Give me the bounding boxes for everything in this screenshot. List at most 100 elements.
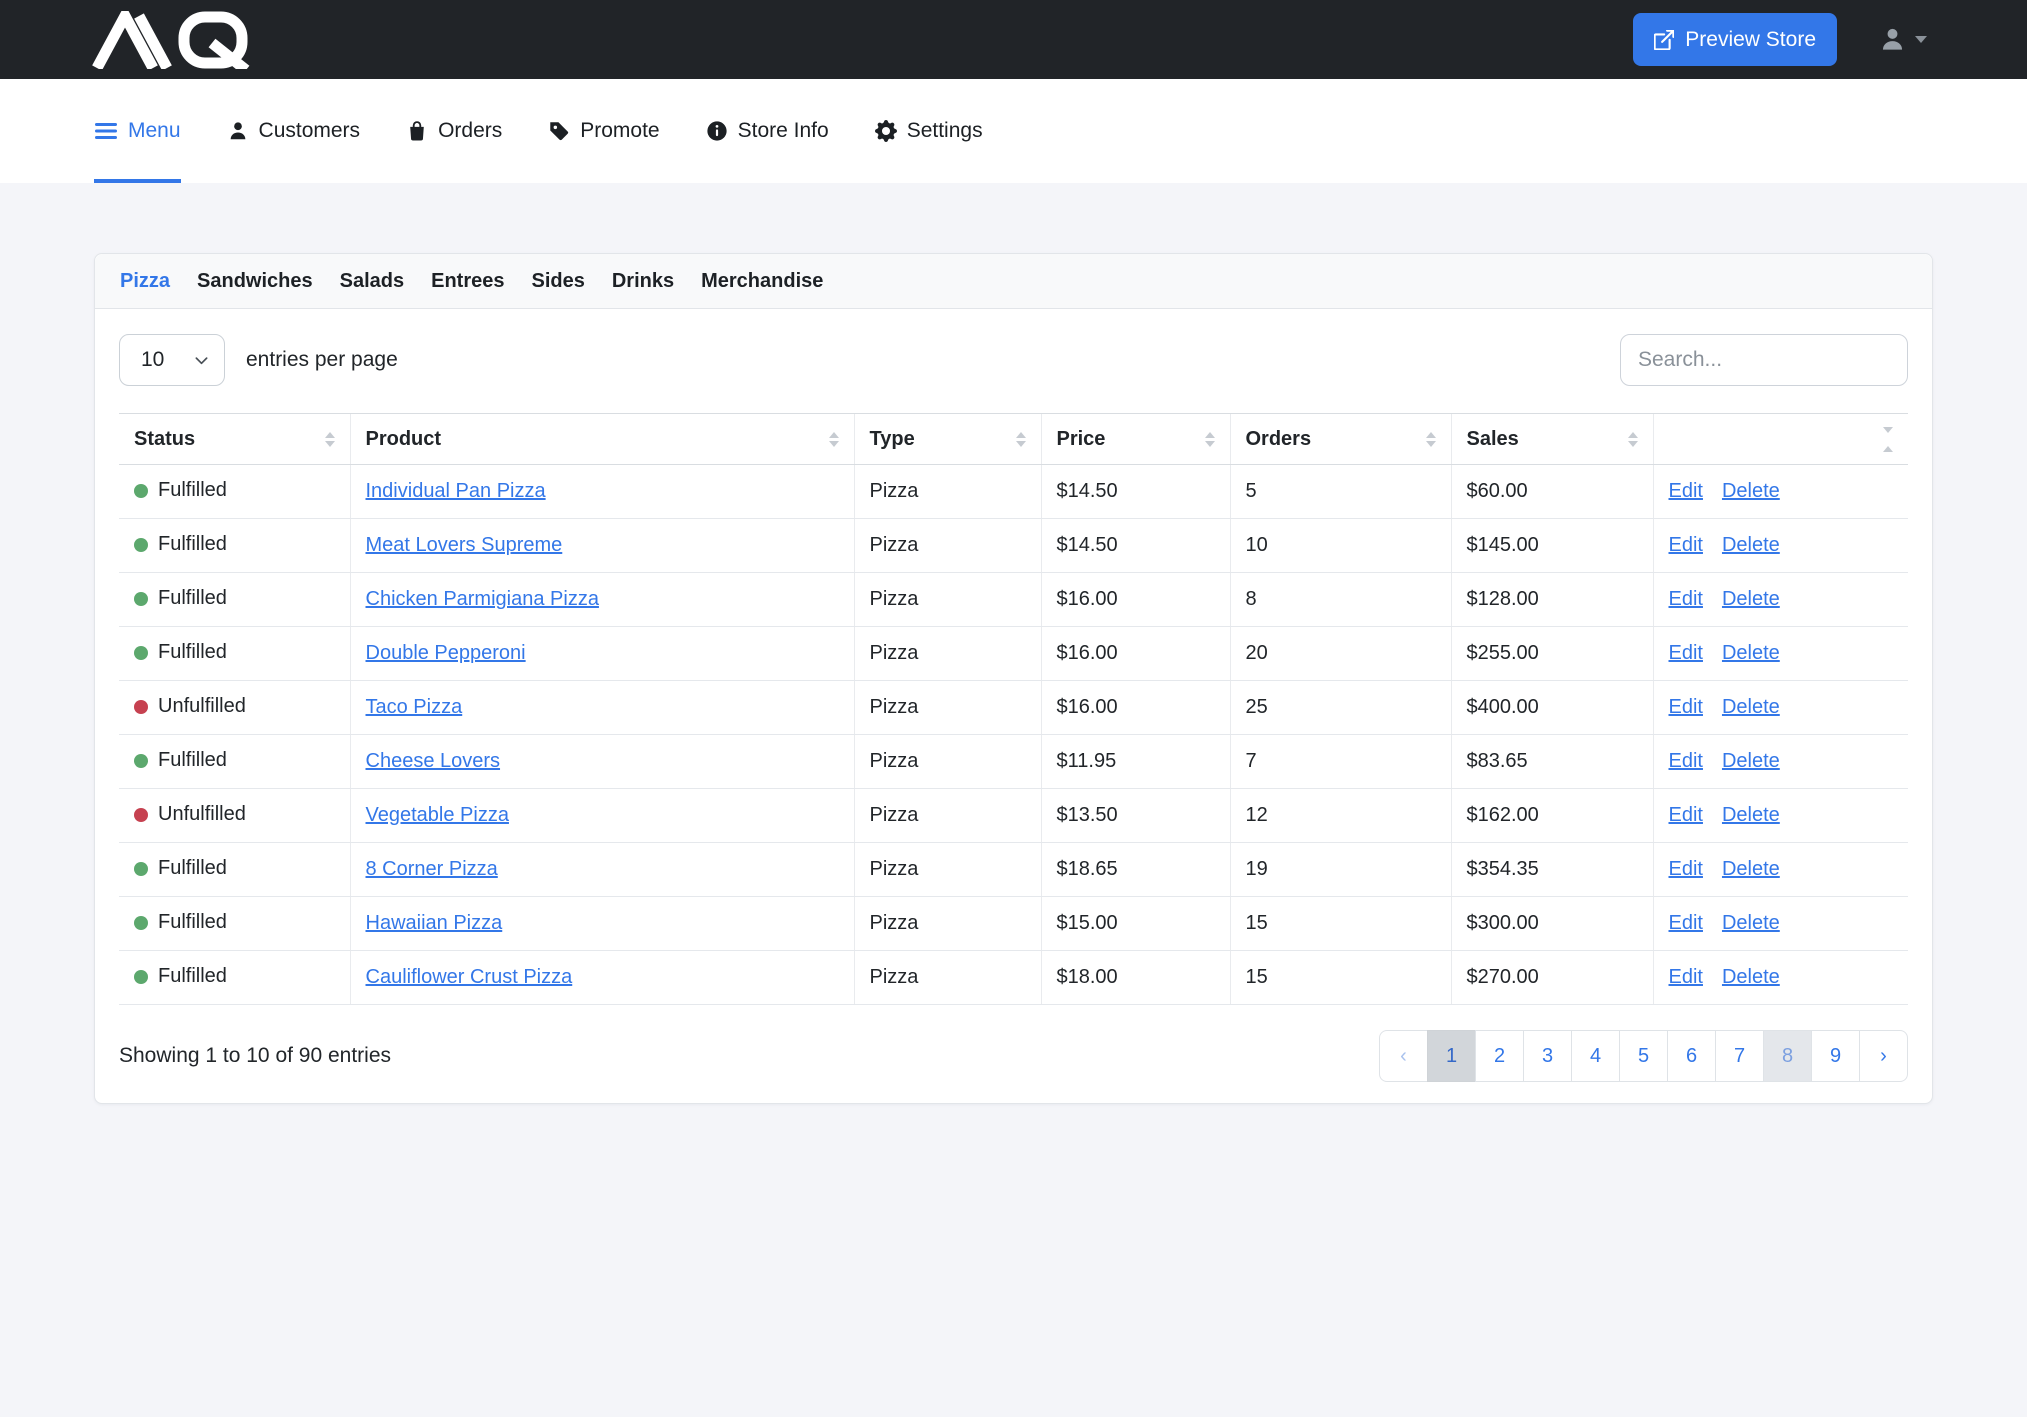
pagination-page-6[interactable]: 6 <box>1667 1030 1716 1082</box>
pagination-prev[interactable]: ‹ <box>1379 1030 1428 1082</box>
column-header-type[interactable]: Type <box>854 414 1041 465</box>
product-link[interactable]: Chicken Parmigiana Pizza <box>366 588 599 610</box>
delete-link[interactable]: Delete <box>1722 534 1780 556</box>
pagination-next[interactable]: › <box>1859 1030 1908 1082</box>
nav-item-orders[interactable]: Orders <box>406 79 502 183</box>
type-cell: Pizza <box>854 843 1041 897</box>
status-dot <box>134 916 148 930</box>
pagination-page-2[interactable]: 2 <box>1475 1030 1524 1082</box>
delete-link[interactable]: Delete <box>1722 696 1780 718</box>
user-menu[interactable] <box>1879 26 1927 53</box>
pagination-page-5[interactable]: 5 <box>1619 1030 1668 1082</box>
type-cell: Pizza <box>854 789 1041 843</box>
pagination-page-8[interactable]: 8 <box>1763 1030 1812 1082</box>
price-cell: $18.00 <box>1041 951 1230 1005</box>
tab-sides[interactable]: Sides <box>532 270 585 293</box>
product-link[interactable]: Meat Lovers Supreme <box>366 534 563 556</box>
product-link[interactable]: Hawaiian Pizza <box>366 912 503 934</box>
edit-link[interactable]: Edit <box>1669 912 1703 934</box>
edit-link[interactable]: Edit <box>1669 804 1703 826</box>
tab-sandwiches[interactable]: Sandwiches <box>197 270 313 293</box>
pagination-page-7[interactable]: 7 <box>1715 1030 1764 1082</box>
preview-store-button[interactable]: Preview Store <box>1633 13 1837 66</box>
delete-link[interactable]: Delete <box>1722 642 1780 664</box>
edit-link[interactable]: Edit <box>1669 534 1703 556</box>
app-logo <box>92 11 260 69</box>
edit-link[interactable]: Edit <box>1669 966 1703 988</box>
delete-link[interactable]: Delete <box>1722 480 1780 502</box>
product-link[interactable]: Cauliflower Crust Pizza <box>366 966 573 988</box>
external-link-icon <box>1654 30 1674 50</box>
orders-cell: 8 <box>1230 573 1451 627</box>
pagination-page-4[interactable]: 4 <box>1571 1030 1620 1082</box>
column-header-price[interactable]: Price <box>1041 414 1230 465</box>
tab-merchandise[interactable]: Merchandise <box>701 270 823 293</box>
nav-item-store-info[interactable]: Store Info <box>706 79 829 183</box>
edit-link[interactable]: Edit <box>1669 588 1703 610</box>
category-tabs: Pizza Sandwiches Salads Entrees Sides Drinks M… <box>95 254 1932 309</box>
delete-link[interactable]: Delete <box>1722 858 1780 880</box>
edit-link[interactable]: Edit <box>1669 858 1703 880</box>
page-size-select[interactable]: 10 <box>119 334 225 386</box>
orders-cell: 5 <box>1230 465 1451 519</box>
table-body: FulfilledIndividual Pan PizzaPizza$14.50… <box>119 465 1908 1005</box>
pagination-page-1[interactable]: 1 <box>1427 1030 1476 1082</box>
status-label: Fulfilled <box>158 479 227 502</box>
product-link[interactable]: Taco Pizza <box>366 696 463 718</box>
status-label: Fulfilled <box>158 857 227 880</box>
menu-card: Pizza Sandwiches Salads Entrees Sides Drinks M… <box>94 253 1933 1104</box>
column-header-product[interactable]: Product <box>350 414 854 465</box>
pagination-page-9[interactable]: 9 <box>1811 1030 1860 1082</box>
delete-link[interactable]: Delete <box>1722 750 1780 772</box>
type-cell: Pizza <box>854 681 1041 735</box>
type-cell: Pizza <box>854 627 1041 681</box>
product-link[interactable]: Vegetable Pizza <box>366 804 509 826</box>
tab-pizza[interactable]: Pizza <box>120 270 170 293</box>
orders-cell: 10 <box>1230 519 1451 573</box>
sales-cell: $255.00 <box>1451 627 1653 681</box>
product-link[interactable]: Cheese Lovers <box>366 750 501 772</box>
status-label: Fulfilled <box>158 641 227 664</box>
tab-entrees[interactable]: Entrees <box>431 270 504 293</box>
tab-drinks[interactable]: Drinks <box>612 270 674 293</box>
hamburger-icon <box>94 121 118 141</box>
edit-link[interactable]: Edit <box>1669 480 1703 502</box>
tab-salads[interactable]: Salads <box>340 270 404 293</box>
info-icon <box>706 120 728 142</box>
product-link[interactable]: 8 Corner Pizza <box>366 858 498 880</box>
column-header-status[interactable]: Status <box>119 414 350 465</box>
column-label: Type <box>870 428 915 451</box>
column-header-sales[interactable]: Sales <box>1451 414 1653 465</box>
product-link[interactable]: Individual Pan Pizza <box>366 480 546 502</box>
products-table: StatusProduct Type PriceOrders Sales Fulfil… <box>119 413 1908 1005</box>
chevron-down-icon <box>1915 36 1927 43</box>
column-header-orders[interactable]: Orders <box>1230 414 1451 465</box>
delete-link[interactable]: Delete <box>1722 804 1780 826</box>
table-header-row: StatusProduct Type PriceOrders Sales <box>119 414 1908 465</box>
nav-item-customers[interactable]: Customers <box>227 79 361 183</box>
nav-item-label: Settings <box>907 119 983 143</box>
person-icon <box>227 120 249 142</box>
delete-link[interactable]: Delete <box>1722 588 1780 610</box>
edit-link[interactable]: Edit <box>1669 750 1703 772</box>
delete-link[interactable]: Delete <box>1722 966 1780 988</box>
search-input[interactable] <box>1620 334 1908 386</box>
nav-item-label: Customers <box>259 119 361 143</box>
status-label: Unfulfilled <box>158 695 246 718</box>
nav-item-menu[interactable]: Menu <box>94 79 181 183</box>
edit-link[interactable]: Edit <box>1669 696 1703 718</box>
pagination-page-3[interactable]: 3 <box>1523 1030 1572 1082</box>
table-row: FulfilledIndividual Pan PizzaPizza$14.50… <box>119 465 1908 519</box>
nav-item-promote[interactable]: Promote <box>548 79 659 183</box>
column-label: Sales <box>1467 428 1519 451</box>
column-header-actions[interactable] <box>1653 414 1908 465</box>
nav-item-label: Store Info <box>738 119 829 143</box>
edit-link[interactable]: Edit <box>1669 642 1703 664</box>
sales-cell: $145.00 <box>1451 519 1653 573</box>
delete-link[interactable]: Delete <box>1722 912 1780 934</box>
price-cell: $11.95 <box>1041 735 1230 789</box>
table-controls: 10 entries per page <box>119 334 1908 386</box>
nav-item-settings[interactable]: Settings <box>875 79 983 183</box>
status-dot <box>134 646 148 660</box>
product-link[interactable]: Double Pepperoni <box>366 642 526 664</box>
